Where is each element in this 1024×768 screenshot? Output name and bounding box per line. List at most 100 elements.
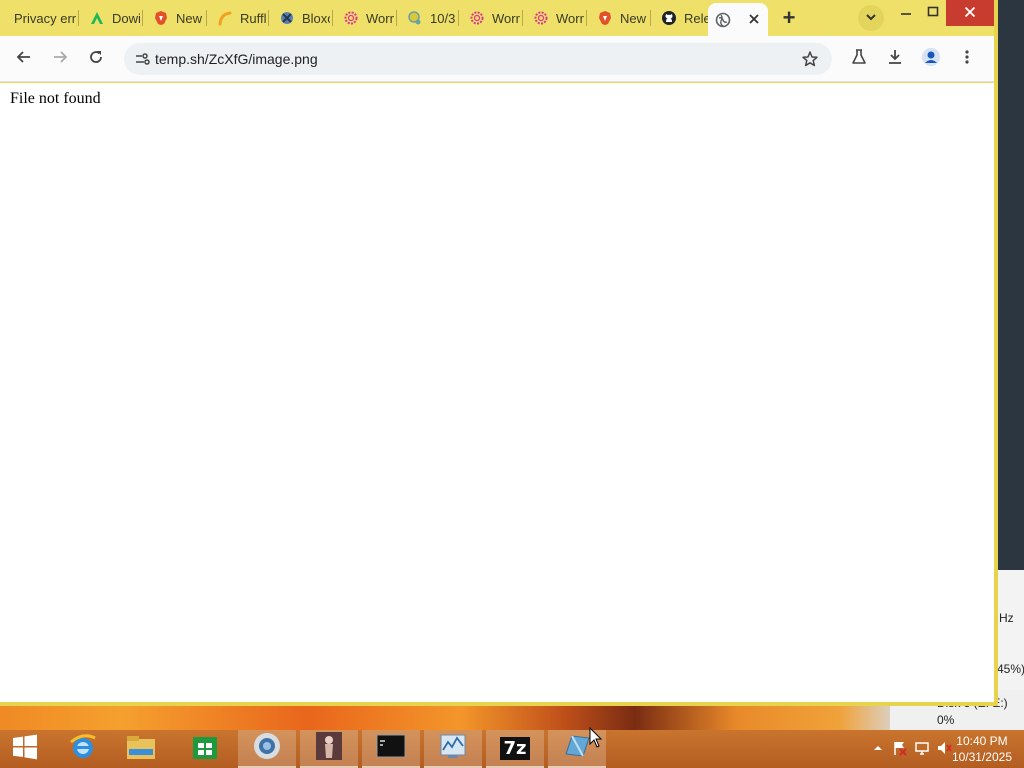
file-explorer-icon	[125, 733, 157, 766]
clock-time: 10:40 PM	[956, 734, 1008, 748]
background-window[interactable]: Hz 45%)	[996, 0, 1024, 704]
start-button[interactable]	[0, 730, 50, 768]
site-info-icon[interactable]	[130, 47, 154, 71]
windows-logo-icon	[12, 734, 38, 765]
minimize-icon	[900, 5, 912, 21]
tab-label: Rele	[684, 10, 708, 26]
back-button[interactable]	[10, 45, 38, 73]
7zip-icon: 7z	[500, 736, 530, 760]
disk-percent: 0%	[937, 713, 955, 727]
tab-label: Bloxo	[302, 10, 330, 26]
clock[interactable]: 10:40 PM 10/31/2025	[952, 733, 1012, 765]
show-hidden-icons-button[interactable]	[870, 740, 886, 756]
maximize-button[interactable]	[920, 0, 946, 26]
downloads-button[interactable]	[881, 45, 909, 73]
tab-privacy-error[interactable]: Privacy erro	[8, 5, 76, 31]
taskbar: 7z 10:40 PM 10/31/2025	[0, 730, 1024, 768]
address-bar[interactable]: temp.sh/ZcXfG/image.png	[124, 43, 832, 75]
tab-separator	[586, 10, 587, 26]
brave-icon	[152, 9, 170, 27]
tab-label: 10/3	[430, 10, 456, 26]
volume-muted-icon[interactable]	[936, 740, 952, 756]
forward-button[interactable]	[46, 45, 74, 73]
tab-label: Worr	[556, 10, 584, 26]
system-tray: 10:40 PM 10/31/2025	[844, 730, 1024, 768]
tab-search-button[interactable]	[858, 5, 884, 31]
green-a-icon	[88, 9, 106, 27]
tab-releases-github[interactable]: Rele	[654, 5, 708, 31]
plus-icon: +	[782, 5, 796, 30]
close-icon	[964, 5, 976, 21]
pink-gear-icon	[532, 9, 550, 27]
globe-icon	[714, 11, 732, 29]
page-content: File not found	[0, 83, 994, 702]
tab-label: New	[620, 10, 647, 26]
menu-button[interactable]	[953, 45, 981, 73]
clock-date: 10/31/2025	[951, 750, 1012, 764]
tab-worr-2[interactable]: Worr	[462, 5, 520, 31]
taskbar-store[interactable]	[176, 730, 234, 768]
tab-download[interactable]: Dowi	[82, 5, 140, 31]
tab-separator	[142, 10, 143, 26]
tab-bloxd[interactable]: Bloxo	[272, 5, 330, 31]
reload-icon	[88, 49, 104, 70]
taskbar-internet-explorer[interactable]	[54, 730, 112, 768]
forward-arrow-icon	[52, 49, 68, 70]
tab-separator	[650, 10, 651, 26]
flask-icon	[850, 48, 868, 71]
mouse-cursor	[589, 726, 603, 749]
profile-button[interactable]	[917, 45, 945, 73]
tab-label: New	[176, 10, 203, 26]
action-center-flag-icon[interactable]	[892, 740, 908, 756]
bloxd-icon	[278, 9, 296, 27]
browser-window: Privacy erro Dowi New Ruffl	[0, 0, 998, 706]
browser-toolbar: temp.sh/ZcXfG/image.png	[0, 36, 994, 82]
minimize-button[interactable]	[892, 0, 920, 26]
tab-label: Worr	[366, 10, 394, 26]
tab-separator	[522, 10, 523, 26]
tab-separator	[458, 10, 459, 26]
tab-worr-1[interactable]: Worr	[336, 5, 394, 31]
tab-label: Dowi	[112, 10, 140, 26]
tab-label: Privacy erro	[14, 10, 76, 26]
refresh-rate-fragment: Hz	[999, 611, 1014, 625]
tab-separator	[268, 10, 269, 26]
cmd-icon	[376, 734, 406, 763]
tab-new-brave[interactable]: New	[146, 5, 204, 31]
pink-gear-icon	[342, 9, 360, 27]
network-icon[interactable]	[914, 740, 930, 756]
chrome-icon	[252, 731, 282, 766]
labs-button[interactable]	[845, 45, 873, 73]
tab-new-brave-2[interactable]: New	[590, 5, 648, 31]
pink-gear-icon	[468, 9, 486, 27]
tab-10-3[interactable]: 10/3	[400, 5, 458, 31]
ruffle-icon	[216, 9, 234, 27]
background-window-dark-area	[997, 0, 1024, 570]
taskbar-file-explorer[interactable]	[112, 730, 170, 768]
more-vert-icon	[959, 49, 975, 70]
download-icon	[886, 48, 904, 71]
taskbar-app-game[interactable]	[300, 730, 358, 768]
maximize-icon	[927, 5, 939, 21]
tab-separator	[78, 10, 79, 26]
profile-avatar-icon	[921, 47, 941, 72]
tab-worr-3[interactable]: Worr	[526, 5, 584, 31]
tab-active[interactable]	[708, 3, 768, 36]
url-text[interactable]: temp.sh/ZcXfG/image.png	[155, 51, 318, 67]
github-icon	[660, 9, 678, 27]
close-tab-icon[interactable]	[748, 12, 760, 28]
tab-label: Worr	[492, 10, 520, 26]
tab-ruffle[interactable]: Ruffl	[210, 5, 268, 31]
file-not-found-text: File not found	[10, 90, 101, 107]
tab-separator	[332, 10, 333, 26]
taskbar-resource-monitor[interactable]	[424, 730, 482, 768]
ie-icon	[68, 732, 98, 767]
new-tab-button[interactable]: +	[776, 5, 802, 31]
taskbar-command-prompt[interactable]	[362, 730, 420, 768]
taskbar-7zip[interactable]: 7z	[486, 730, 544, 768]
close-window-button[interactable]	[946, 0, 994, 26]
resource-monitor-icon	[438, 732, 468, 765]
bookmark-star-icon[interactable]	[798, 47, 822, 71]
taskbar-chrome[interactable]	[238, 730, 296, 768]
reload-button[interactable]	[82, 45, 110, 73]
